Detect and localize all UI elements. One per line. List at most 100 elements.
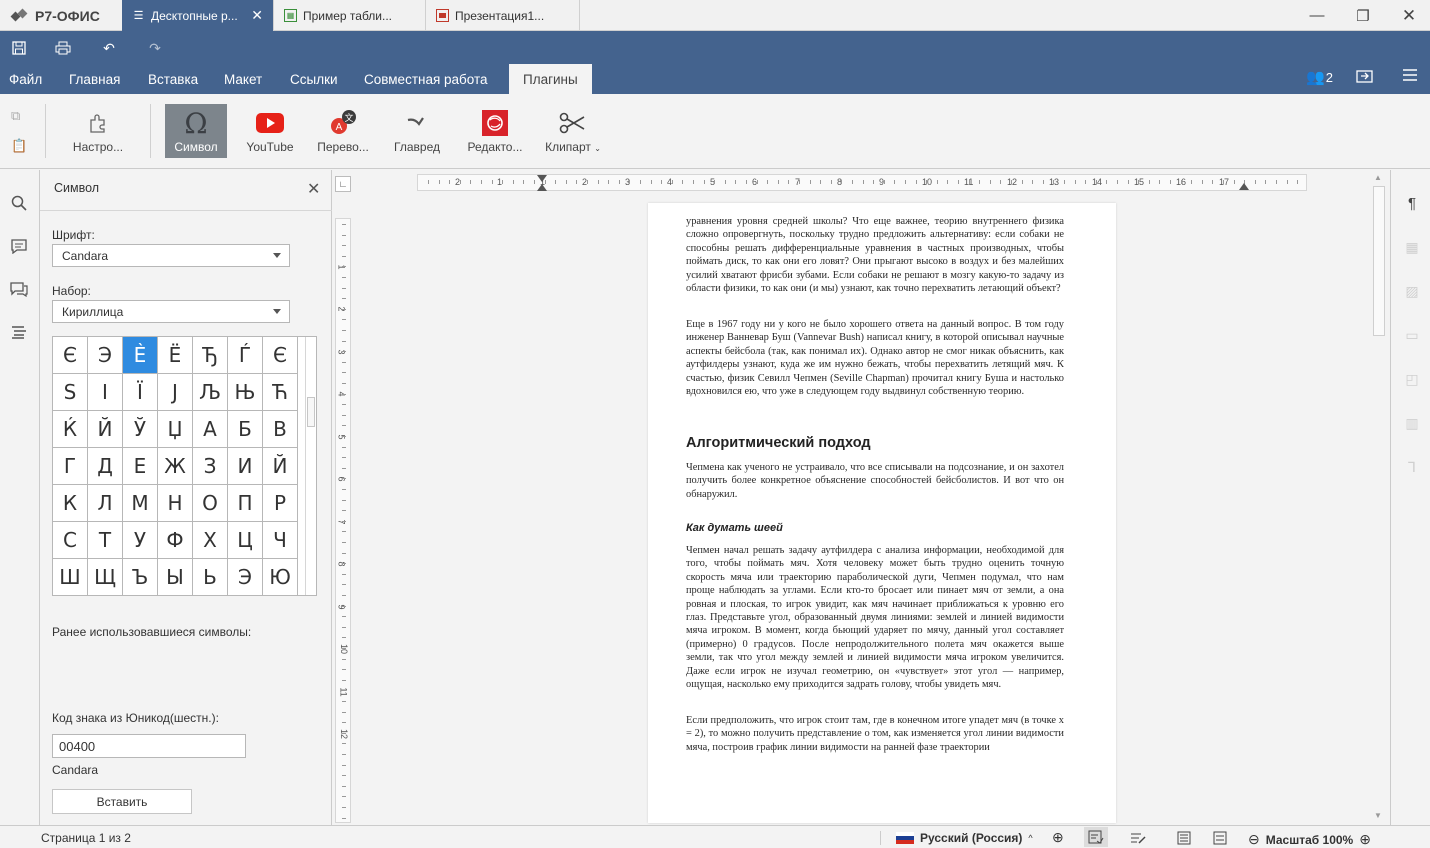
symbol-cell[interactable]: Ы (158, 559, 193, 596)
menu-references[interactable]: Ссылки (290, 64, 338, 94)
paste-icon[interactable]: 📋 (11, 138, 27, 154)
symbol-cell[interactable]: Ц (228, 522, 263, 559)
symbol-cell[interactable]: Ќ (53, 411, 88, 448)
navigation-icon[interactable] (9, 323, 29, 341)
symbol-cell[interactable]: Б (228, 411, 263, 448)
document-page[interactable]: уравнения уровня средней школы? Что еще … (648, 203, 1116, 823)
open-location-icon[interactable] (1356, 68, 1374, 88)
menu-insert[interactable]: Вставка (148, 64, 198, 94)
symbol-cell[interactable]: Ь (193, 559, 228, 596)
symbol-cell[interactable]: Ё (158, 337, 193, 374)
save-icon[interactable] (8, 38, 30, 58)
font-select[interactable]: Candara (52, 244, 290, 267)
symbol-cell[interactable]: Р (263, 485, 298, 522)
track-changes-icon[interactable] (1130, 831, 1146, 848)
scroll-thumb[interactable] (1373, 186, 1385, 336)
symbol-cell[interactable]: И (228, 448, 263, 485)
fit-page-icon[interactable] (1176, 831, 1192, 848)
translator-plugin-button[interactable]: A文 Перево... (310, 104, 376, 158)
symbol-cell[interactable]: Э (228, 559, 263, 596)
shape-settings-icon[interactable]: ◰ (1403, 370, 1421, 388)
print-icon[interactable] (52, 38, 74, 58)
menu-home[interactable]: Главная (69, 64, 120, 94)
image-settings-icon[interactable]: ▨ (1403, 282, 1421, 300)
minimize-icon[interactable]: — (1294, 0, 1340, 31)
clipart-plugin-button[interactable]: Клипарт ⌄ (540, 104, 606, 158)
document-scrollbar[interactable]: ▲ ▼ (1371, 170, 1387, 825)
symbol-cell[interactable]: Ч (263, 522, 298, 559)
header-footer-icon[interactable]: ▭ (1403, 326, 1421, 344)
symbol-cell[interactable]: Џ (158, 411, 193, 448)
symbol-cell[interactable]: П (228, 485, 263, 522)
paragraph-settings-icon[interactable]: ¶ (1403, 194, 1421, 212)
menu-plugins[interactable]: Плагины (509, 64, 592, 94)
vertical-ruler[interactable]: 123456789101112 (335, 218, 351, 823)
youtube-plugin-button[interactable]: YouTube (238, 104, 302, 158)
symbol-cell[interactable]: І (88, 374, 123, 411)
symbol-cell[interactable]: Ж (158, 448, 193, 485)
symbol-cell[interactable]: Э (88, 337, 123, 374)
unicode-code-input[interactable]: 00400 (52, 734, 246, 758)
symbol-cell[interactable]: С (53, 522, 88, 559)
symbol-cell[interactable]: Г (53, 448, 88, 485)
chat-icon[interactable] (9, 280, 29, 298)
symbol-cell[interactable]: Њ (228, 374, 263, 411)
table-settings-icon[interactable]: ▦ (1403, 238, 1421, 256)
redo-icon[interactable]: ↷ (144, 38, 166, 58)
symbol-cell[interactable]: Љ (193, 374, 228, 411)
symbol-cell[interactable]: Ш (53, 559, 88, 596)
close-panel-icon[interactable]: ✕ (307, 179, 320, 199)
symbol-cell[interactable]: Й (88, 411, 123, 448)
symbol-cell[interactable]: Л (88, 485, 123, 522)
zoom-in-icon[interactable]: ⊕ (1359, 831, 1371, 848)
symbol-cell[interactable]: Ў (123, 411, 158, 448)
left-indent-marker[interactable] (537, 184, 547, 191)
close-tab-icon[interactable]: ✕ (251, 7, 263, 24)
scroll-down-icon[interactable]: ▼ (1374, 811, 1382, 820)
symbol-cell[interactable]: М (123, 485, 158, 522)
globe-icon[interactable]: ⊕ (1052, 829, 1064, 846)
tab-document[interactable]: ☰ Десктопные р... ✕ (122, 0, 274, 31)
symbol-cell[interactable]: Ї (123, 374, 158, 411)
hamburger-icon[interactable] (1402, 68, 1418, 86)
symbol-cell[interactable]: Й (263, 448, 298, 485)
comments-icon[interactable] (9, 237, 29, 255)
symbol-cell[interactable]: Ъ (123, 559, 158, 596)
chart-settings-icon[interactable]: ▥ (1403, 414, 1421, 432)
horizontal-ruler[interactable]: 211234567891011121314151617 (417, 174, 1307, 191)
restore-icon[interactable]: ❐ (1340, 0, 1386, 31)
symbol-cell[interactable]: Ѐ (123, 337, 158, 374)
users-button[interactable]: 👥 2 (1306, 68, 1333, 86)
symbol-cell[interactable]: Ф (158, 522, 193, 559)
symbol-cell[interactable]: Щ (88, 559, 123, 596)
editor-plugin-button[interactable]: Редакто... (456, 104, 534, 158)
symbol-cell[interactable]: Х (193, 522, 228, 559)
glavred-plugin-button[interactable]: Главред (386, 104, 448, 158)
set-select[interactable]: Кириллица (52, 300, 290, 323)
symbol-cell[interactable]: З (193, 448, 228, 485)
text-art-icon[interactable]: Ꞁ (1403, 458, 1421, 476)
tab-stop-selector[interactable]: ∟ (335, 176, 351, 192)
plugin-settings-button[interactable]: Настро... (62, 104, 134, 158)
symbol-cell[interactable]: А (193, 411, 228, 448)
symbol-cell[interactable]: Е (123, 448, 158, 485)
symbol-cell[interactable]: У (123, 522, 158, 559)
fit-width-icon[interactable] (1212, 831, 1228, 848)
symbol-cell[interactable]: Ј (158, 374, 193, 411)
symbol-cell[interactable]: Ћ (263, 374, 298, 411)
tab-spreadsheet[interactable]: ▦ Пример табли... (274, 0, 426, 31)
zoom-out-icon[interactable]: ⊖ (1248, 831, 1260, 848)
insert-button[interactable]: Вставить (52, 789, 192, 814)
symbol-cell[interactable]: Ѓ (228, 337, 263, 374)
symbol-cell[interactable]: К (53, 485, 88, 522)
symbol-cell[interactable]: Ѕ (53, 374, 88, 411)
symbol-plugin-button[interactable]: Ω Символ (165, 104, 227, 158)
copy-icon[interactable]: ⧉ (11, 108, 20, 124)
spellcheck-icon[interactable] (1084, 827, 1108, 847)
symbol-cell[interactable]: О (193, 485, 228, 522)
symbol-cell[interactable]: Є (53, 337, 88, 374)
first-line-indent-marker[interactable] (537, 175, 547, 182)
search-icon[interactable] (9, 194, 29, 212)
symbol-cell[interactable]: Н (158, 485, 193, 522)
symbol-cell[interactable]: Ђ (193, 337, 228, 374)
